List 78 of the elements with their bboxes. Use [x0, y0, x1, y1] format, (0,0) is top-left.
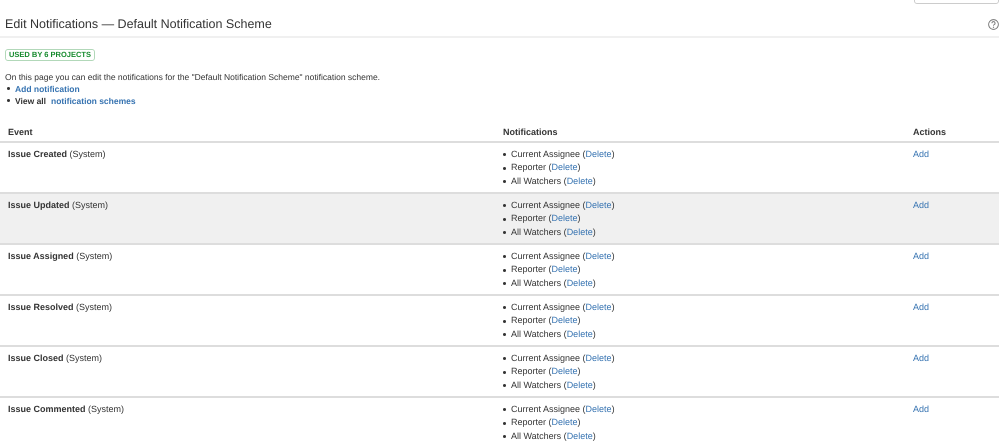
event-name: Issue Resolved (System)	[8, 302, 112, 312]
bullet-icon	[503, 333, 506, 336]
delete-link[interactable]: Delete	[566, 226, 593, 237]
add-link[interactable]: Add	[913, 302, 930, 312]
delete-link[interactable]: Delete	[566, 278, 593, 288]
notification-item: Reporter (Delete)	[511, 365, 581, 378]
delete-link[interactable]: Delete	[586, 404, 612, 414]
event-name: Issue Created (System)	[8, 148, 106, 159]
delete-link[interactable]: Delete	[566, 328, 593, 339]
notification-item: Reporter (Delete)	[511, 212, 581, 226]
add-link[interactable]: Add	[913, 200, 930, 210]
delete-link[interactable]: Delete	[552, 264, 578, 274]
bullet-icon	[503, 282, 506, 285]
help-icon[interactable]	[988, 18, 999, 30]
event-name: Issue Commented (System)	[8, 404, 124, 414]
bullet-icon	[503, 357, 506, 360]
column-header: Notifications	[503, 126, 558, 137]
delete-link[interactable]: Delete	[552, 417, 578, 428]
link[interactable]: notification schemes	[51, 94, 136, 107]
delete-link[interactable]: Delete	[552, 213, 578, 224]
notification-item: All Watchers (Delete)	[511, 226, 596, 239]
column-header: Event	[8, 126, 33, 137]
delete-link[interactable]: Delete	[586, 302, 612, 312]
delete-link[interactable]: Delete	[552, 162, 578, 172]
delete-link[interactable]: Delete	[552, 366, 578, 376]
notification-item: Reporter (Delete)	[511, 161, 581, 174]
notification-item: All Watchers (Delete)	[511, 174, 596, 188]
delete-link[interactable]: Delete	[552, 315, 578, 326]
event-name: Issue Closed (System)	[8, 352, 102, 363]
notification-item: Reporter (Delete)	[511, 263, 581, 276]
notification-item: Current Assignee (Delete)	[511, 352, 615, 365]
link-prefix: View all	[15, 94, 46, 107]
bullet-icon	[503, 435, 506, 438]
add-link[interactable]: Add	[913, 148, 930, 159]
notification-item: Reporter (Delete)	[511, 416, 581, 430]
bullet-icon	[503, 231, 506, 234]
notification-item: Current Assignee (Delete)	[511, 198, 615, 212]
bullet-icon	[503, 255, 506, 258]
notification-item: All Watchers (Delete)	[511, 328, 596, 341]
description-text: On this page you can edit the notifications for the "Default Notification Scheme" notification scheme.	[4, 70, 382, 83]
bullet-icon	[7, 99, 10, 102]
delete-link[interactable]: Delete	[586, 148, 612, 159]
notification-item: All Watchers (Delete)	[511, 430, 596, 442]
bullet-icon	[503, 370, 506, 374]
notification-item: Current Assignee (Delete)	[511, 300, 615, 314]
notification-item: All Watchers (Delete)	[511, 378, 596, 392]
bullet-icon	[503, 422, 506, 424]
bullet-icon	[503, 408, 506, 411]
link[interactable]: Add notification	[15, 82, 80, 95]
add-link[interactable]: Add	[913, 250, 930, 261]
event-name: Issue Updated (System)	[8, 200, 108, 210]
bullet-icon	[503, 166, 506, 170]
delete-link[interactable]: Delete	[566, 380, 593, 390]
notification-item: Current Assignee (Delete)	[511, 148, 615, 161]
add-link[interactable]: Add	[913, 404, 930, 414]
page-title: Edit Notifications — Default Notification Scheme	[5, 16, 272, 33]
notification-item: Current Assignee (Delete)	[511, 250, 615, 263]
notification-item: Reporter (Delete)	[511, 314, 581, 328]
bullet-icon	[503, 320, 506, 322]
notification-item: All Watchers (Delete)	[511, 276, 596, 290]
delete-link[interactable]: Delete	[586, 250, 612, 261]
add-link[interactable]: Add	[913, 352, 930, 363]
delete-link[interactable]: Delete	[586, 352, 612, 363]
notification-item: Current Assignee (Delete)	[511, 402, 615, 416]
event-name: Issue Assigned (System)	[8, 250, 112, 261]
bullet-icon	[503, 384, 506, 387]
bullet-icon	[503, 268, 506, 272]
delete-link[interactable]: Delete	[586, 200, 612, 210]
bullet-icon	[503, 218, 506, 220]
column-header: Actions	[913, 126, 946, 137]
bullet-icon	[503, 306, 506, 309]
bullet-icon	[503, 180, 506, 183]
bullet-icon	[503, 204, 506, 207]
table-row[interactable]: Issue Updated (System) Current Assignee (Delete) Reporter (Delete) All Watchers (Delete) Add	[0, 194, 999, 245]
bullet-icon	[503, 153, 506, 156]
delete-link[interactable]: Delete	[566, 176, 593, 186]
bullet-icon	[7, 87, 10, 90]
delete-link[interactable]: Delete	[566, 430, 593, 441]
